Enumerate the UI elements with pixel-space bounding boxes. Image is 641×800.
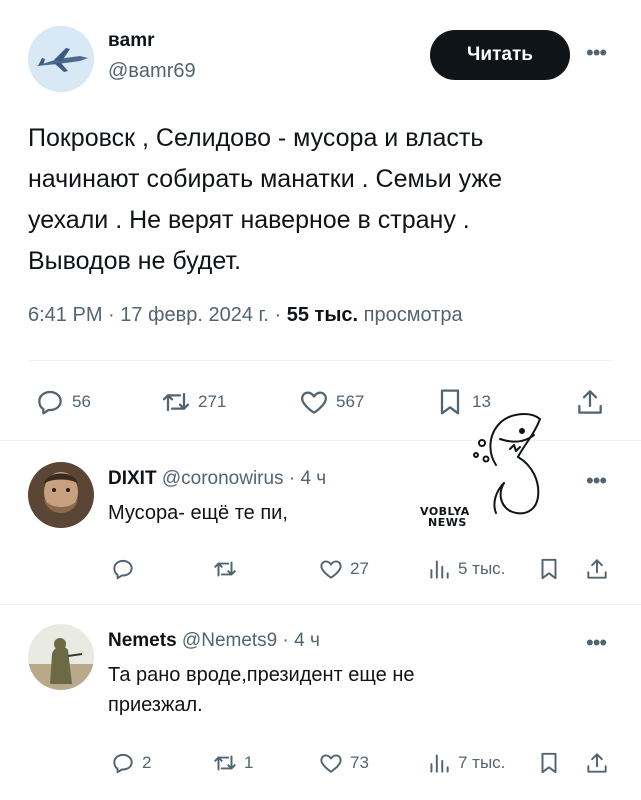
reply-text-line: приезжал. [108, 694, 203, 716]
retweet-icon [162, 392, 190, 412]
like-button[interactable]: 27 [318, 556, 369, 582]
retweet-button[interactable]: 1 [212, 750, 253, 776]
like-button[interactable]: 73 [318, 750, 369, 776]
retweet-button[interactable] [212, 556, 244, 582]
like-count: 27 [350, 559, 369, 578]
like-icon [320, 560, 342, 579]
reply-button[interactable] [110, 556, 142, 582]
retweet-count: 271 [198, 392, 227, 411]
reply-author-handle[interactable]: @Nemets9 · 4 ч [177, 630, 320, 651]
reply-avatar[interactable] [28, 462, 94, 528]
reply-author-name[interactable]: Nemets [108, 630, 177, 651]
more-icon[interactable]: ••• [586, 40, 607, 66]
share-icon [578, 390, 602, 414]
reply-button[interactable]: 2 [110, 750, 151, 776]
reply-count: 56 [72, 392, 91, 411]
like-count: 73 [350, 753, 369, 772]
reply-text-line: Та рано вроде,президент еще не [108, 664, 415, 686]
reply-header: DIXIT @coronowirus · 4 ч [108, 468, 326, 490]
reply-header: Nemets @Nemets9 · 4 ч [108, 630, 320, 652]
reply-avatar[interactable] [28, 624, 94, 690]
retweet-icon [214, 755, 236, 771]
like-count: 567 [336, 392, 365, 411]
bookmark-button[interactable] [536, 750, 562, 776]
reply-icon [38, 390, 62, 415]
tweet-meta: 6:41 PM · 17 февр. 2024 г. · 55 тыс. про… [28, 304, 463, 327]
avatar-image [28, 462, 94, 528]
tweet-text: Покровск , Селидово - мусора и власть на… [28, 118, 588, 282]
like-icon [320, 754, 342, 773]
tweet-text-line: Выводов не будет. [28, 247, 242, 275]
reply-author-handle[interactable]: @coronowirus · 4 ч [157, 468, 326, 489]
like-button[interactable]: 567 [298, 386, 364, 418]
reply-text: Та рано вроде,президент еще не приезжал. [108, 660, 414, 720]
reply-icon [113, 559, 133, 580]
divider [28, 360, 613, 361]
reply-text: Мусора- ещё те пи, [108, 498, 288, 528]
share-icon [587, 753, 607, 773]
author-handle[interactable]: @вamr69 [108, 60, 196, 83]
tweet-text-line: начинают собирать манатки . Семьи уже [28, 165, 503, 193]
author-name[interactable]: вamr [108, 30, 155, 52]
follow-button[interactable]: Читать [430, 30, 570, 80]
reply-button[interactable]: 56 [34, 386, 91, 418]
watermark-line: NEWS [428, 516, 467, 529]
retweet-count: 1 [244, 753, 254, 772]
views-count: 55 тыс. [286, 304, 359, 326]
reply-count: 2 [142, 753, 152, 772]
divider [0, 604, 641, 605]
views-label: просмотра [358, 304, 463, 326]
retweet-button[interactable]: 271 [160, 386, 226, 418]
bookmark-button[interactable] [536, 556, 562, 582]
retweet-icon [214, 561, 236, 577]
tweet-time[interactable]: 6:41 PM · 17 февр. 2024 г. · [28, 304, 287, 326]
tweet-text-line: Покровск , Селидово - мусора и власть [28, 124, 484, 152]
bookmark-icon [541, 752, 557, 774]
main-avatar[interactable] [28, 26, 94, 92]
reply-author-name[interactable]: DIXIT [108, 468, 157, 489]
more-icon[interactable]: ••• [586, 468, 607, 494]
jet-image [28, 26, 94, 92]
tweet-text-line: уехали . Не верят наверное в страну . [28, 206, 470, 234]
watermark-text: VOBLYA NEWS [420, 506, 470, 528]
views-icon [430, 754, 449, 773]
avatar-image [28, 624, 94, 690]
views-count: 5 тыс. [458, 559, 506, 578]
share-button[interactable] [574, 386, 606, 418]
like-icon [301, 391, 327, 414]
share-button[interactable] [584, 556, 610, 582]
share-icon [587, 559, 607, 579]
views-count: 7 тыс. [458, 753, 506, 772]
bookmark-icon [541, 558, 557, 580]
share-button[interactable] [584, 750, 610, 776]
reply-icon [113, 753, 133, 774]
views-button[interactable]: 7 тыс. [426, 750, 505, 776]
more-icon[interactable]: ••• [586, 630, 607, 656]
views-icon [430, 560, 449, 579]
reply-text-line: Мусора- ещё те пи, [108, 502, 288, 524]
views-button[interactable]: 5 тыс. [426, 556, 505, 582]
